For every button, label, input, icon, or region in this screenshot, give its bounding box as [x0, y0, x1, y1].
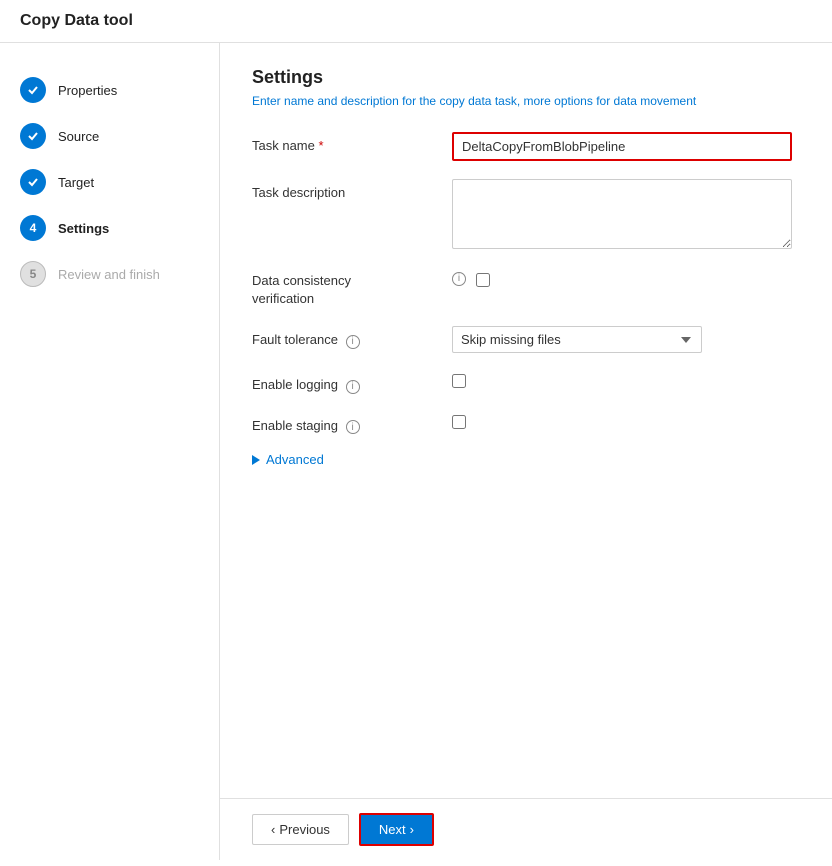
- content-area: Settings Enter name and description for …: [220, 43, 832, 860]
- sidebar-item-review[interactable]: 5 Review and finish: [0, 251, 219, 297]
- main-container: Properties Source Target 4: [0, 43, 832, 860]
- footer: ‹ Previous Next ›: [220, 798, 832, 860]
- step-circle-3: [20, 169, 46, 195]
- data-consistency-info-icon[interactable]: i: [452, 272, 466, 286]
- enable-staging-checkbox[interactable]: [452, 415, 466, 429]
- next-label: Next: [379, 822, 406, 837]
- previous-label: Previous: [279, 822, 330, 837]
- advanced-row[interactable]: Advanced: [252, 452, 800, 467]
- next-icon: ›: [410, 822, 414, 837]
- enable-staging-label: Enable staging i: [252, 412, 452, 435]
- step-label-5: Review and finish: [58, 267, 160, 282]
- enable-staging-row: Enable staging i: [252, 412, 800, 435]
- task-description-input[interactable]: [452, 179, 792, 249]
- fault-tolerance-select[interactable]: Skip missing files No fault tolerance Sk…: [452, 326, 702, 353]
- task-name-control: [452, 132, 800, 161]
- settings-title: Settings: [252, 67, 800, 88]
- previous-button[interactable]: ‹ Previous: [252, 814, 349, 845]
- app-title: Copy Data tool: [20, 12, 133, 29]
- enable-logging-label: Enable logging i: [252, 371, 452, 394]
- fault-tolerance-info-icon[interactable]: i: [346, 335, 360, 349]
- enable-staging-control: [452, 412, 800, 432]
- next-button[interactable]: Next ›: [359, 813, 434, 846]
- sidebar-item-target[interactable]: Target: [0, 159, 219, 205]
- checkmark-icon-3: [27, 176, 39, 188]
- app-header: Copy Data tool: [0, 0, 832, 43]
- enable-logging-row: Enable logging i: [252, 371, 800, 394]
- sidebar-item-settings[interactable]: 4 Settings: [0, 205, 219, 251]
- enable-logging-info-icon[interactable]: i: [346, 380, 360, 394]
- settings-panel: Settings Enter name and description for …: [220, 43, 832, 798]
- settings-subtitle: Enter name and description for the copy …: [252, 94, 800, 108]
- data-consistency-control: i: [452, 270, 490, 287]
- advanced-expand-icon: [252, 455, 260, 465]
- fault-tolerance-control: Skip missing files No fault tolerance Sk…: [452, 326, 800, 353]
- sidebar-item-properties[interactable]: Properties: [0, 67, 219, 113]
- task-name-input[interactable]: [452, 132, 792, 161]
- fault-tolerance-label: Fault tolerance i: [252, 326, 452, 349]
- step-label-1: Properties: [58, 83, 117, 98]
- task-description-row: Task description: [252, 179, 800, 252]
- task-description-control: [452, 179, 800, 252]
- step-circle-4: 4: [20, 215, 46, 241]
- task-description-label: Task description: [252, 179, 452, 200]
- step-circle-5: 5: [20, 261, 46, 287]
- step-label-3: Target: [58, 175, 94, 190]
- checkmark-icon-2: [27, 130, 39, 142]
- step-label-2: Source: [58, 129, 99, 144]
- fault-tolerance-row: Fault tolerance i Skip missing files No …: [252, 326, 800, 353]
- data-consistency-label: Data consistencyverification: [252, 270, 452, 308]
- checkmark-icon-1: [27, 84, 39, 96]
- step-circle-1: [20, 77, 46, 103]
- enable-logging-control: [452, 371, 800, 391]
- data-consistency-row: Data consistencyverification i: [252, 270, 800, 308]
- enable-logging-checkbox[interactable]: [452, 374, 466, 388]
- previous-icon: ‹: [271, 822, 275, 837]
- step-circle-2: [20, 123, 46, 149]
- data-consistency-checkbox[interactable]: [476, 273, 490, 287]
- required-star: *: [319, 138, 324, 153]
- advanced-label: Advanced: [266, 452, 324, 467]
- enable-staging-info-icon[interactable]: i: [346, 420, 360, 434]
- step-label-4: Settings: [58, 221, 109, 236]
- task-name-label: Task name *: [252, 132, 452, 153]
- sidebar-item-source[interactable]: Source: [0, 113, 219, 159]
- task-name-row: Task name *: [252, 132, 800, 161]
- sidebar: Properties Source Target 4: [0, 43, 220, 860]
